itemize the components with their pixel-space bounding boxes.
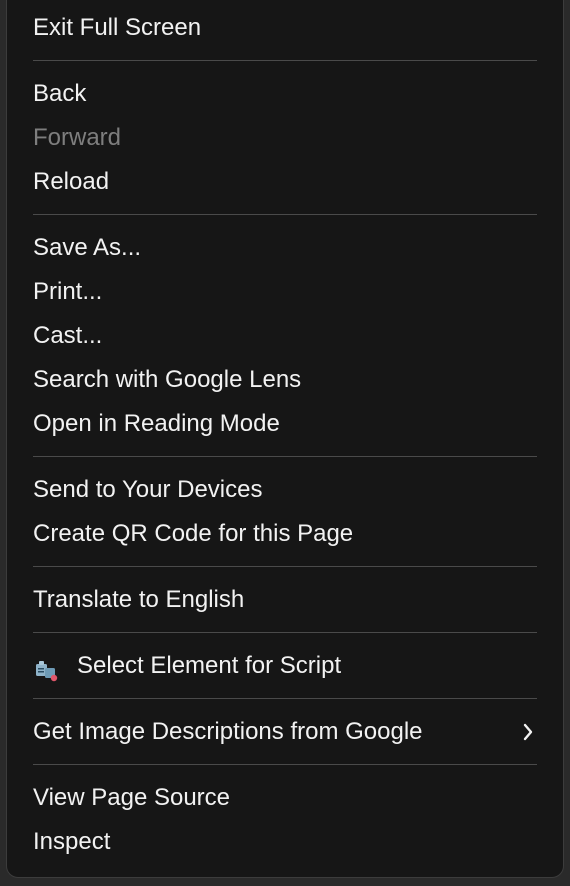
menu-item-create-qr-code[interactable]: Create QR Code for this Page: [33, 512, 537, 556]
menu-item-translate-to-english[interactable]: Translate to English: [33, 578, 537, 622]
menu-item-back[interactable]: Back: [33, 72, 537, 116]
menu-separator: [33, 764, 537, 765]
menu-item-view-page-source[interactable]: View Page Source: [33, 776, 537, 820]
menu-item-save-as[interactable]: Save As...: [33, 226, 537, 270]
menu-item-reload[interactable]: Reload: [33, 160, 537, 204]
menu-item-select-element-for-script[interactable]: Select Element for Script: [33, 644, 537, 688]
menu-item-search-with-google-lens[interactable]: Search with Google Lens: [33, 358, 537, 402]
menu-separator: [33, 60, 537, 61]
menu-item-label: Get Image Descriptions from Google: [33, 718, 423, 745]
menu-item-inspect[interactable]: Inspect: [33, 820, 537, 864]
chevron-right-icon: [519, 710, 537, 754]
menu-separator: [33, 698, 537, 699]
extension-script-icon: [33, 654, 61, 682]
menu-item-open-in-reading-mode[interactable]: Open in Reading Mode: [33, 402, 537, 446]
menu-item-cast[interactable]: Cast...: [33, 314, 537, 358]
menu-separator: [33, 632, 537, 633]
menu-item-forward: Forward: [33, 124, 122, 151]
menu-separator: [33, 214, 537, 215]
menu-item-print[interactable]: Print...: [33, 270, 537, 314]
menu-separator: [33, 456, 537, 457]
menu-separator: [33, 566, 537, 567]
menu-item-send-to-your-devices[interactable]: Send to Your Devices: [33, 468, 537, 512]
menu-item-exit-full-screen[interactable]: Exit Full Screen: [33, 6, 537, 50]
context-menu: Exit Full Screen Back Forward Reload Sav…: [6, 0, 564, 878]
menu-item-label: Select Element for Script: [77, 652, 342, 679]
menu-item-get-image-descriptions[interactable]: Get Image Descriptions from Google: [33, 710, 537, 754]
